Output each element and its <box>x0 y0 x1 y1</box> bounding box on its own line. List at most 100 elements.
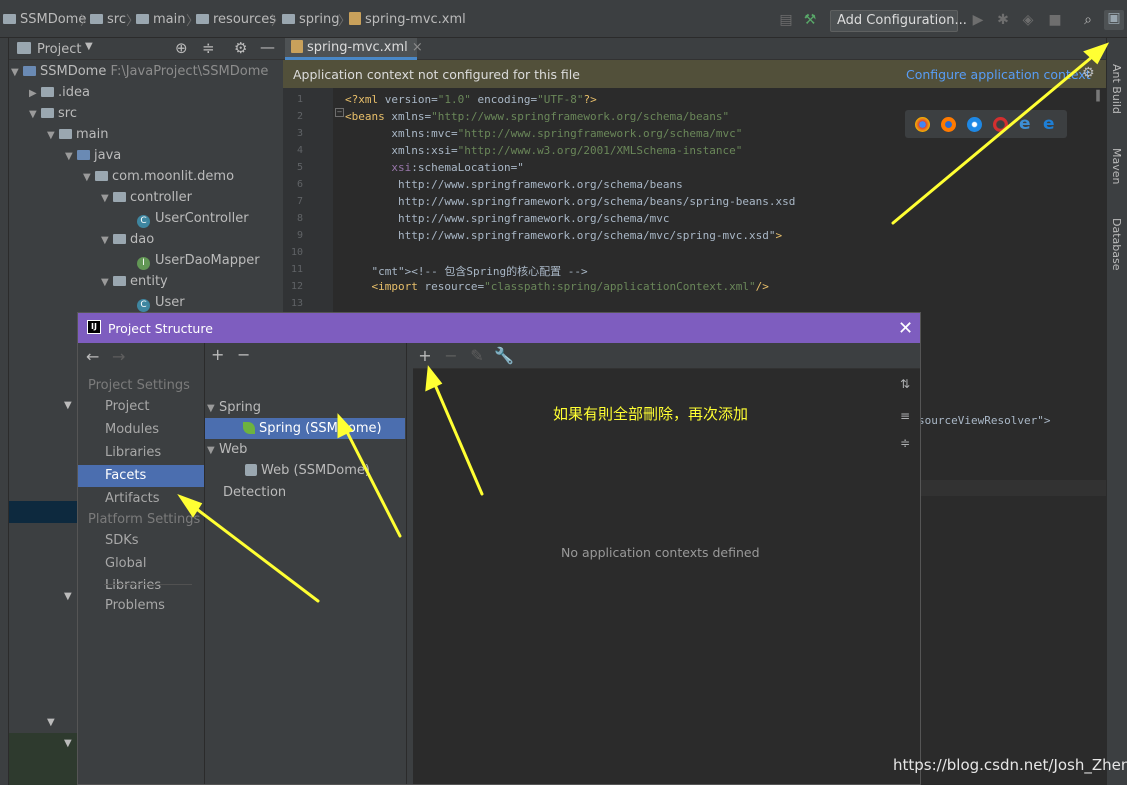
facet-item-spring[interactable]: Spring (SSMDome) <box>205 418 405 439</box>
collapse-all-icon[interactable]: ≑ <box>202 39 215 57</box>
line-number: 1 <box>296 94 303 105</box>
code-line: <import resource="classpath:spring/appli… <box>371 280 769 293</box>
close-icon[interactable]: ✕ <box>898 318 913 339</box>
locate-icon[interactable]: ⊕ <box>175 39 188 57</box>
facet-detection[interactable]: Detection <box>223 482 286 503</box>
maven-tab[interactable]: Maven <box>1110 148 1123 184</box>
tree-item-dao[interactable]: ▼ dao <box>101 229 154 250</box>
chrome-icon[interactable] <box>915 117 930 132</box>
collapse-all-icon[interactable]: ≑ <box>897 436 913 450</box>
expand-arrow-icon[interactable]: ▼ <box>64 400 72 411</box>
nav-item-artifacts[interactable]: Artifacts <box>78 488 204 510</box>
line-number: 7 <box>296 196 303 207</box>
code-line: <beans xmlns="http://www.springframework… <box>345 110 730 123</box>
wrench-icon[interactable]: 🔧 <box>494 346 514 365</box>
expand-arrow-icon[interactable]: ▼ <box>83 167 95 188</box>
nav-item-project[interactable]: Project <box>78 396 204 418</box>
nav-item-problems[interactable]: Problems <box>78 595 204 617</box>
tree-item-controller[interactable]: ▼ controller <box>101 187 192 208</box>
project-structure-icon[interactable]: ▤ <box>778 12 794 28</box>
configure-application-context-link[interactable]: Configure application context <box>906 67 1091 82</box>
tree-item-user[interactable]: C User <box>137 292 185 313</box>
code-line: xmlns:xsi="http://www.w3.org/2001/XMLSch… <box>345 144 743 157</box>
remove-facet-icon[interactable]: − <box>237 345 250 364</box>
breadcrumb-src[interactable]: src <box>90 12 126 27</box>
gear-icon[interactable]: ⚙ <box>1082 65 1095 81</box>
editor-tab-bar: spring-mvc.xml × <box>283 38 1106 60</box>
tree-item-userdaomapper[interactable]: I UserDaoMapper <box>137 250 260 271</box>
selected-tree-row[interactable] <box>9 501 77 523</box>
close-tab-icon[interactable]: × <box>412 40 423 55</box>
opera-icon[interactable] <box>993 117 1008 132</box>
back-arrow-icon[interactable]: ← <box>86 347 99 366</box>
coverage-icon[interactable]: ◈ <box>1020 12 1036 28</box>
expand-arrow-icon[interactable]: ▼ <box>64 738 72 749</box>
safari-icon[interactable] <box>967 117 982 132</box>
search-icon[interactable]: ⌕ <box>1080 12 1096 28</box>
tree-item-idea[interactable]: ▶ .idea <box>29 82 90 103</box>
tree-item-package[interactable]: ▼ com.moonlit.demo <box>83 166 234 187</box>
breadcrumb-main[interactable]: main <box>136 12 185 27</box>
gear-icon[interactable]: ⚙ <box>234 39 247 57</box>
add-facet-icon[interactable]: + <box>211 345 224 364</box>
tree-item-main[interactable]: ▼ main <box>47 124 108 145</box>
tab-spring-mvc-xml[interactable]: spring-mvc.xml × <box>285 38 423 60</box>
edge-icon[interactable]: e <box>1043 116 1058 133</box>
expand-arrow-icon[interactable]: ▼ <box>11 62 23 83</box>
project-view-icon <box>17 42 31 54</box>
internet-explorer-icon[interactable]: e <box>1019 116 1034 133</box>
breadcrumb-project[interactable]: SSMDome <box>3 12 86 27</box>
forward-arrow-icon[interactable]: → <box>112 347 125 366</box>
stop-icon[interactable]: ■ <box>1047 12 1063 28</box>
project-panel-title[interactable]: Project <box>37 42 81 57</box>
remove-context-icon[interactable]: − <box>442 346 460 365</box>
project-structure-toolbar-icon[interactable]: ▣ <box>1104 10 1124 30</box>
expand-arrow-icon[interactable]: ▼ <box>101 272 113 293</box>
add-context-icon[interactable]: + <box>416 346 434 365</box>
code-line: http://www.springframework.org/schema/be… <box>345 195 796 208</box>
expand-arrow-icon[interactable]: ▼ <box>101 230 113 251</box>
expand-arrow-icon[interactable]: ▼ <box>29 104 41 125</box>
expand-arrow-icon[interactable]: ▼ <box>101 188 113 209</box>
tree-item-label: src <box>58 106 77 121</box>
tree-item-label: dao <box>130 232 155 247</box>
collapse-arrow-icon[interactable]: ▶ <box>29 83 41 104</box>
facet-item-web[interactable]: Web (SSMDome) <box>245 460 370 481</box>
build-hammer-icon[interactable]: ⚒ <box>802 12 818 28</box>
nav-item-libraries[interactable]: Libraries <box>78 442 204 464</box>
firefox-icon[interactable] <box>941 117 956 132</box>
expand-arrow-icon[interactable]: ▼ <box>207 398 219 419</box>
breadcrumb-resources[interactable]: resources <box>196 12 276 27</box>
nav-item-global-libraries[interactable]: Global Libraries <box>78 553 204 593</box>
facet-group-web[interactable]: ▼ Web <box>207 439 247 460</box>
breadcrumb-file[interactable]: spring-mvc.xml <box>349 12 466 27</box>
debug-icon[interactable]: ✱ <box>995 12 1011 28</box>
chevron-down-icon[interactable]: ▼ <box>85 41 93 52</box>
expand-arrow-icon[interactable]: ▼ <box>207 440 219 461</box>
nav-item-facets[interactable]: Facets <box>78 465 204 487</box>
expand-arrow-icon[interactable]: ▼ <box>65 146 77 167</box>
tree-item-java[interactable]: ▼ java <box>65 145 121 166</box>
tree-item-label: SSMDome <box>40 64 107 79</box>
ant-build-tab[interactable]: Ant Build <box>1110 64 1123 114</box>
expand-all-icon[interactable]: ≡ <box>897 409 913 423</box>
tree-item-src[interactable]: ▼ src <box>29 103 77 124</box>
run-icon[interactable]: ▶ <box>970 12 986 28</box>
nav-item-modules[interactable]: Modules <box>78 419 204 441</box>
tree-item-ssmdome[interactable]: ▼ SSMDome F:\JavaProject\SSMDome <box>11 61 268 82</box>
expand-arrow-icon[interactable]: ▼ <box>64 591 72 602</box>
code-line: <?xml version="1.0" encoding="UTF-8"?> <box>345 93 597 106</box>
edit-context-icon[interactable]: ✎ <box>468 346 486 365</box>
tree-item-usercontroller[interactable]: C UserController <box>137 208 249 229</box>
fold-icon[interactable]: − <box>335 108 344 117</box>
database-tab[interactable]: Database <box>1110 218 1123 271</box>
nav-item-sdks[interactable]: SDKs <box>78 530 204 552</box>
tree-item-entity[interactable]: ▼ entity <box>101 271 168 292</box>
breadcrumb-spring[interactable]: spring <box>282 12 339 27</box>
expand-arrow-icon[interactable]: ▼ <box>47 717 55 728</box>
expand-arrow-icon[interactable]: ▼ <box>47 125 59 146</box>
sort-icon[interactable]: ⇅ <box>897 377 913 391</box>
facet-group-spring[interactable]: ▼ Spring <box>207 397 261 418</box>
hide-icon[interactable]: — <box>260 38 275 56</box>
add-configuration-button[interactable]: Add Configuration... <box>830 10 967 32</box>
